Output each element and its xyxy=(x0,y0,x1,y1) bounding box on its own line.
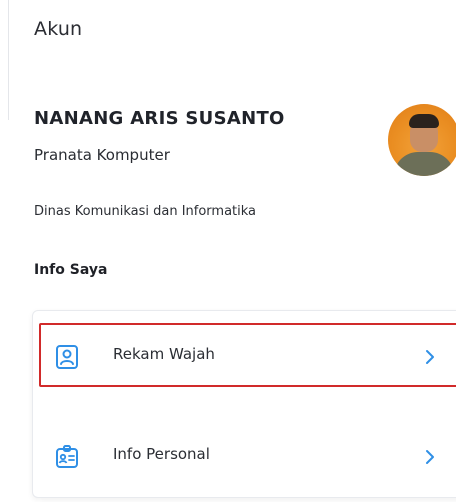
info-menu-card: Rekam Wajah Info Personal xyxy=(32,310,456,498)
page-title: Akun xyxy=(34,18,83,40)
menu-item-info-personal[interactable]: Info Personal xyxy=(33,423,456,491)
profile-role: Pranata Komputer xyxy=(34,146,170,164)
profile-department: Dinas Komunikasi dan Informatika xyxy=(34,204,257,219)
chevron-right-icon xyxy=(423,343,437,371)
section-title-info-saya: Info Saya xyxy=(34,262,108,278)
chevron-right-icon xyxy=(423,443,437,471)
id-badge-icon xyxy=(53,443,81,471)
profile-name: NANANG ARIS SUSANTO xyxy=(34,108,285,129)
menu-item-label: Rekam Wajah xyxy=(113,345,215,363)
menu-item-label: Info Personal xyxy=(113,445,210,463)
left-divider xyxy=(8,0,9,120)
menu-item-rekam-wajah[interactable]: Rekam Wajah xyxy=(33,323,456,391)
avatar[interactable] xyxy=(388,104,456,176)
avatar-hair xyxy=(409,114,439,128)
avatar-body xyxy=(394,152,454,176)
face-id-icon xyxy=(53,343,81,371)
